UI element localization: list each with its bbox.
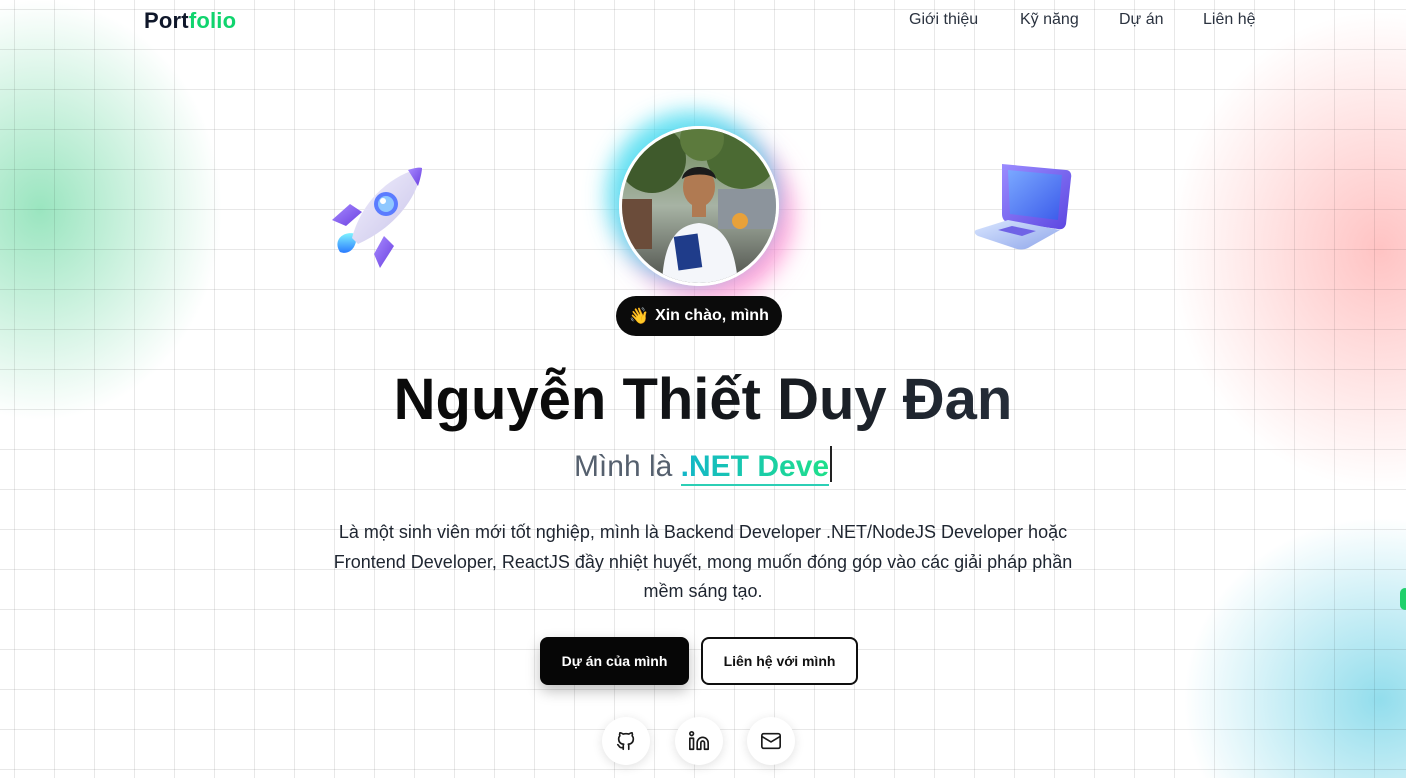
greeting-badge: 👋 Xin chào, mình (616, 296, 782, 336)
edge-indicator (1400, 588, 1406, 610)
hero-description: Là một sinh viên mới tốt nghiệp, mình là… (333, 522, 1073, 601)
wave-icon: 👋 (629, 308, 650, 325)
nav-link-lien-he[interactable]: Liên hệ (1203, 11, 1256, 29)
rocket-icon (322, 160, 432, 268)
mail-link[interactable] (747, 717, 795, 765)
contact-button[interactable]: Liên hệ với mình (701, 637, 858, 685)
nav-link-ky-nang[interactable]: Kỹ năng (1020, 11, 1079, 29)
linkedin-link[interactable] (675, 717, 723, 765)
typing-cursor (830, 446, 833, 482)
github-link[interactable] (602, 717, 650, 765)
projects-button[interactable]: Dự án của mình (540, 637, 689, 685)
linkedin-icon (689, 731, 709, 751)
laptop-icon (968, 156, 1078, 264)
main-nav: Giới thiệu Kỹ năng Dự án Liên hệ (0, 11, 1406, 33)
hero-role: Mình là .NET Deve (0, 446, 1406, 486)
role-prefix: Mình là (573, 450, 673, 483)
nav-link-gioi-thieu[interactable]: Giới thiệu (909, 11, 978, 29)
greeting-text: Xin chào, mình (655, 307, 769, 324)
avatar (619, 126, 779, 286)
github-icon (616, 731, 635, 751)
role-typed-text: .NET Deve (680, 450, 830, 486)
hero-name: Nguyễn Thiết Duy Đan (0, 366, 1406, 434)
mail-icon (761, 732, 781, 750)
nav-link-du-an[interactable]: Dự án (1119, 11, 1164, 29)
